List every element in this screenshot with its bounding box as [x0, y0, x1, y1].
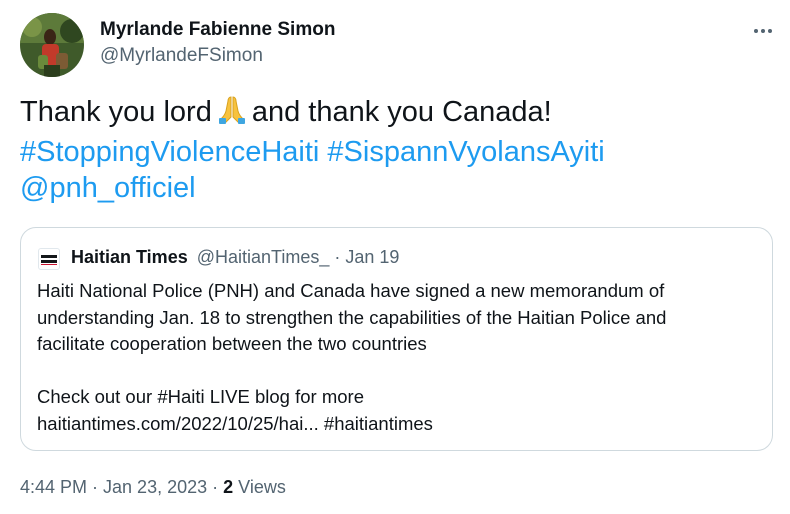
tweet-meta: 4:44 PM · Jan 23, 2023 · 2 Views: [20, 477, 286, 498]
author-name[interactable]: Myrlande Fabienne Simon: [100, 19, 335, 41]
quoted-text-line: facilitate cooperation between the two c…: [37, 333, 427, 354]
hashtag-link[interactable]: #SispannVyolansAyiti: [327, 136, 604, 168]
quoted-text-line: Haiti National Police (PNH) and Canada h…: [37, 280, 665, 301]
author-handle[interactable]: @MyrlandeFSimon: [100, 45, 263, 67]
quoted-text-line: [37, 358, 757, 385]
folded-hands-emoji-icon: [216, 93, 248, 134]
views-count: 2: [223, 477, 234, 497]
quoted-tweet[interactable]: Haitian Times @HaitianTimes_ · Jan 19 Ha…: [20, 227, 773, 451]
quoted-text-line: haitiantimes.com/2022/10/25/hai... #hait…: [37, 412, 433, 434]
quoted-author-avatar[interactable]: [38, 248, 60, 270]
mention-link[interactable]: @pnh_officiel: [20, 172, 196, 204]
more-options-icon[interactable]: [748, 22, 778, 40]
tweet-text: Thank you lord and thank you Canada! #St…: [20, 93, 770, 206]
quoted-author-name[interactable]: Haitian Times: [71, 247, 188, 267]
author-avatar[interactable]: [20, 13, 84, 77]
tweet: Myrlande Fabienne Simon @MyrlandeFSimon …: [0, 0, 790, 514]
quoted-header: Haitian Times @HaitianTimes_ · Jan 19: [71, 247, 399, 268]
quoted-author-handle[interactable]: @HaitianTimes_: [197, 247, 330, 267]
timestamp[interactable]: 4:44 PM · Jan 23, 2023 ·: [20, 477, 218, 497]
haitian-times-logo-icon: [41, 255, 57, 265]
quoted-text: Haiti National Police (PNH) and Canada h…: [37, 278, 757, 437]
tweet-text-part1: Thank you lord: [20, 96, 212, 128]
quoted-text-line: understanding Jan. 18 to strengthen the …: [37, 306, 667, 328]
views-label: Views: [238, 477, 286, 497]
avatar-photo: [20, 13, 84, 77]
hashtag-link[interactable]: #StoppingViolenceHaiti: [20, 136, 319, 168]
quoted-text-line: Check out our #Haiti LIVE blog for more: [37, 386, 364, 407]
tweet-text-part2: and thank you Canada!: [251, 96, 552, 128]
quoted-date[interactable]: · Jan 19: [334, 247, 399, 267]
